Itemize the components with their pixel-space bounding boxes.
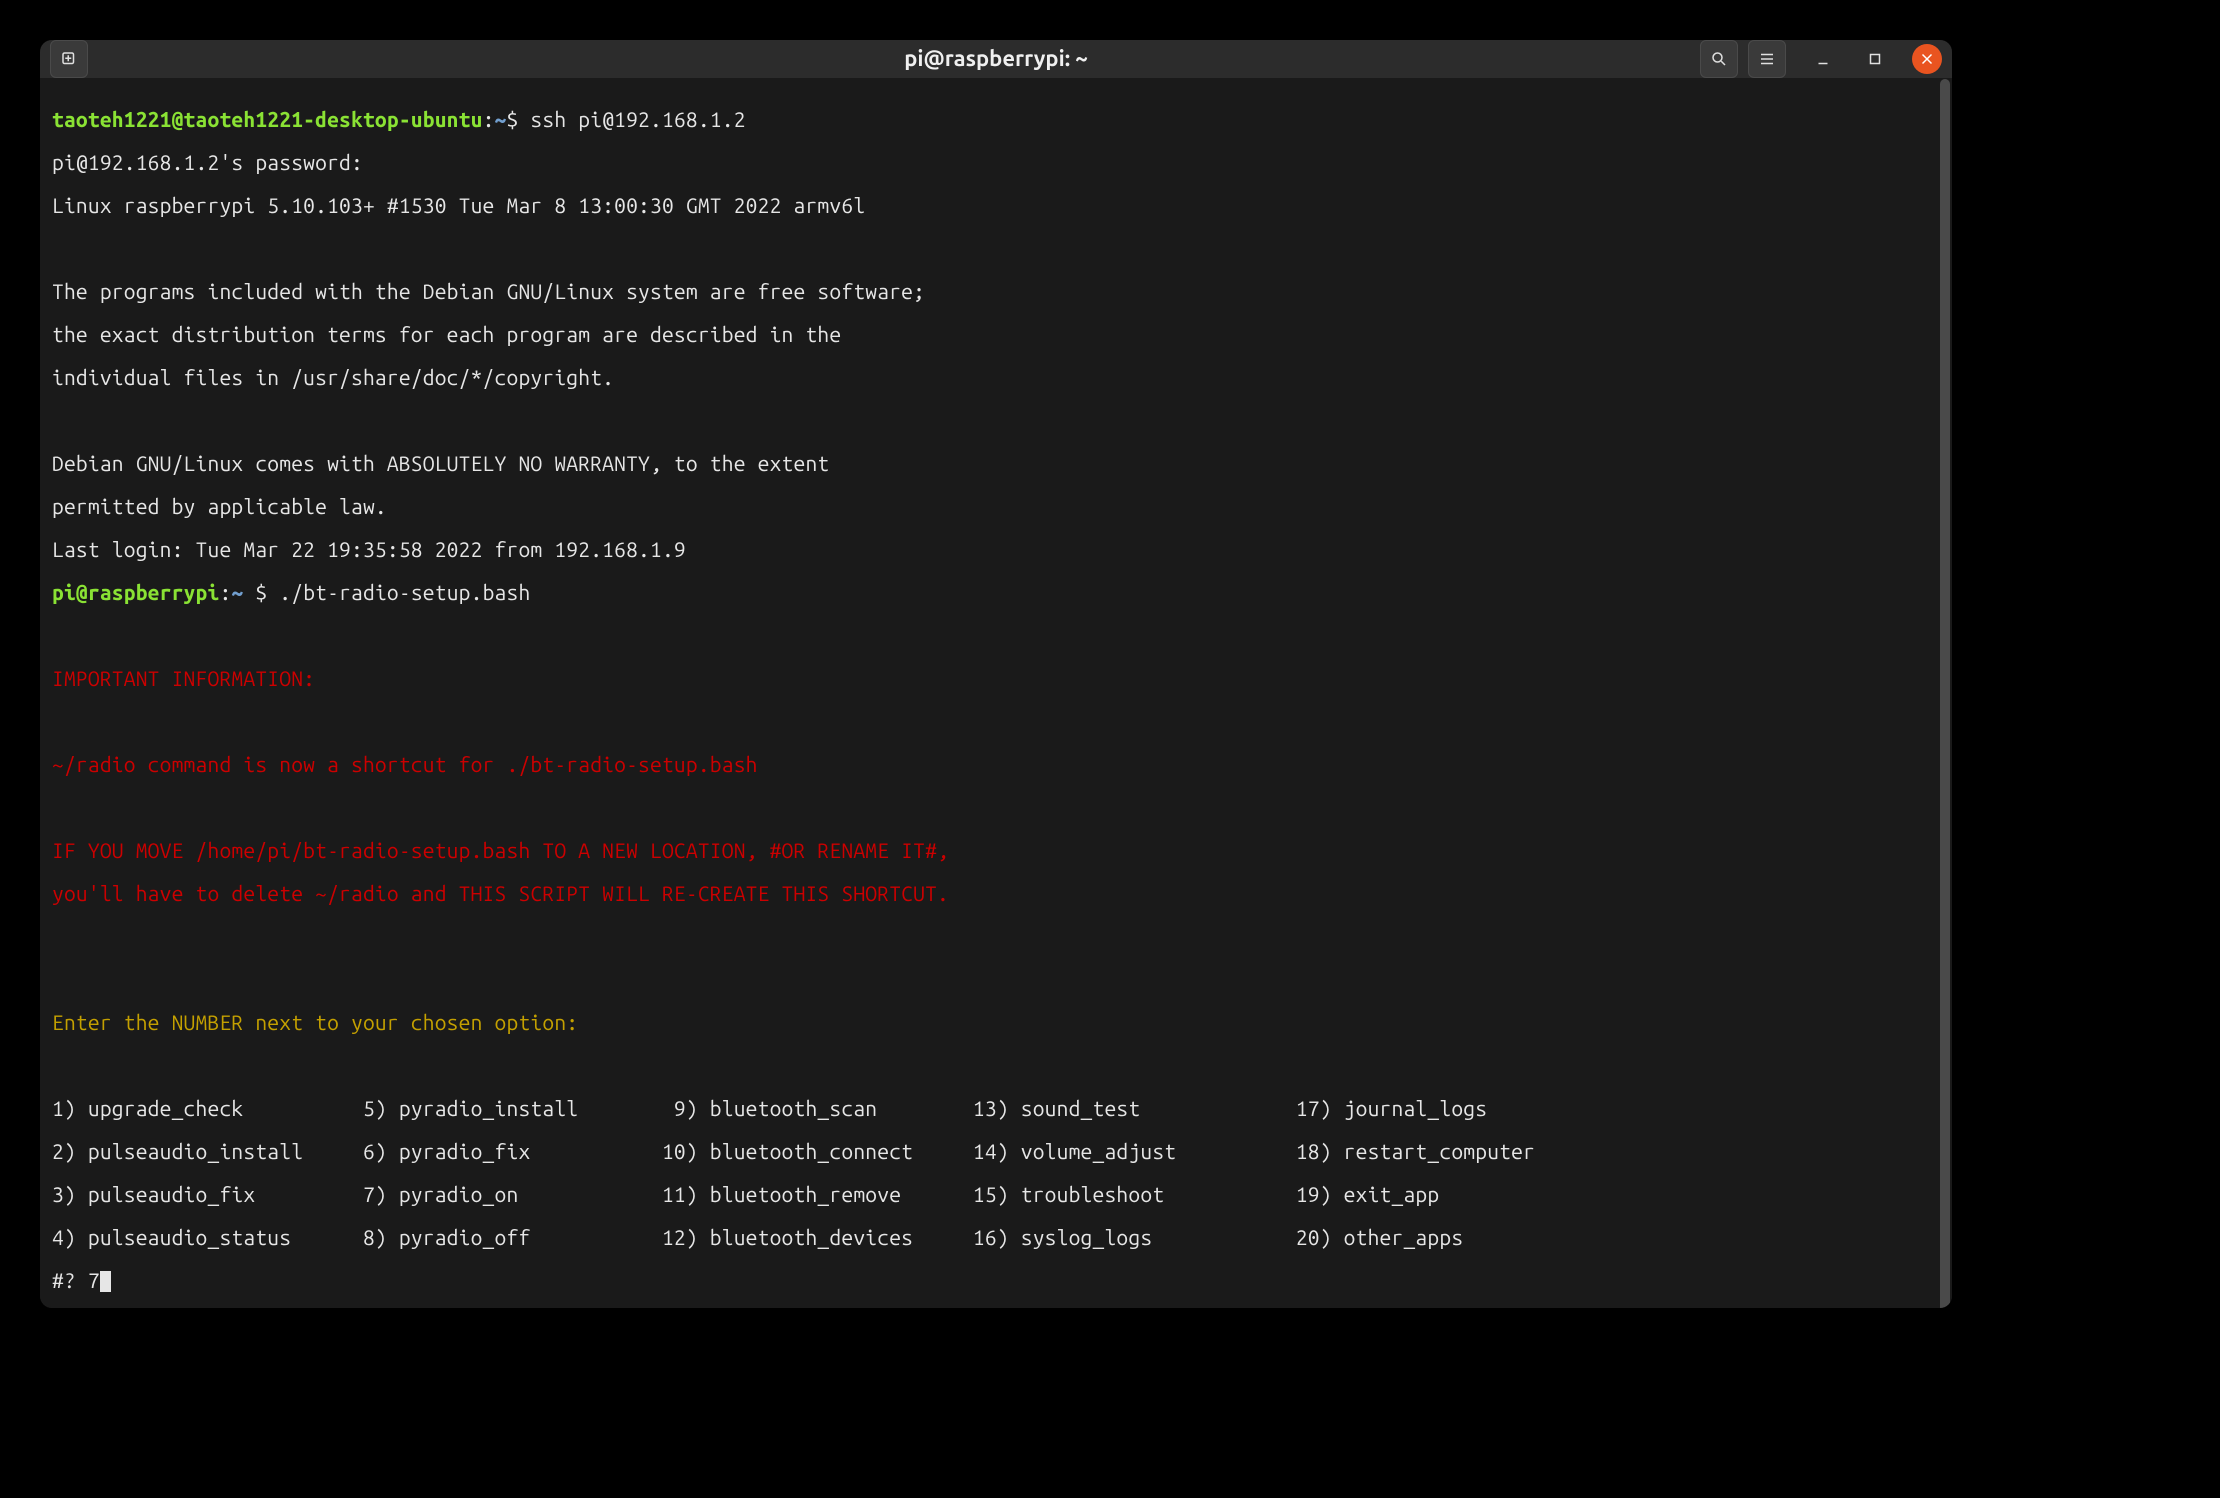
menu-row-1: 1) upgrade_check 5) pyradio_install 9) b… bbox=[52, 1098, 1940, 1120]
motd-line-2: the exact distribution terms for each pr… bbox=[52, 324, 1940, 346]
ssh-command: ssh pi@192.168.1.2 bbox=[530, 107, 745, 131]
remote-prompt-path: ~ bbox=[231, 580, 243, 604]
menu-row-4: 4) pulseaudio_status 8) pyradio_off 12) … bbox=[52, 1227, 1940, 1249]
close-button[interactable] bbox=[1912, 44, 1942, 74]
menu-row-3: 3) pulseaudio_fix 7) pyradio_on 11) blue… bbox=[52, 1184, 1940, 1206]
info-heading: IMPORTANT INFORMATION: bbox=[52, 668, 1940, 690]
last-login: Last login: Tue Mar 22 19:35:58 2022 fro… bbox=[52, 539, 1940, 561]
motd-line-3: individual files in /usr/share/doc/*/cop… bbox=[52, 367, 1940, 389]
minimize-icon bbox=[1814, 50, 1832, 68]
close-icon bbox=[1918, 50, 1936, 68]
hamburger-icon bbox=[1758, 50, 1776, 68]
motd-line-1: The programs included with the Debian GN… bbox=[52, 281, 1940, 303]
terminal-content[interactable]: taoteh1221@taoteh1221-desktop-ubuntu:~$ … bbox=[40, 79, 1952, 1308]
motd-line-4: Debian GNU/Linux comes with ABSOLUTELY N… bbox=[52, 453, 1940, 475]
local-prompt-path: ~ bbox=[495, 107, 507, 131]
motd-line-5: permitted by applicable law. bbox=[52, 496, 1940, 518]
scrollbar-thumb[interactable] bbox=[1940, 79, 1950, 1308]
terminal-window: pi@raspberrypi: ~ bbox=[40, 40, 1952, 1308]
info-line-1: ~/radio command is now a shortcut for ./… bbox=[52, 754, 1940, 776]
input-prompt: #? bbox=[52, 1268, 88, 1292]
search-button[interactable] bbox=[1700, 40, 1738, 78]
input-value: 7 bbox=[88, 1268, 100, 1292]
minimize-button[interactable] bbox=[1808, 44, 1838, 74]
scrollbar-track[interactable] bbox=[1940, 79, 1950, 1308]
menu-prompt: Enter the NUMBER next to your chosen opt… bbox=[52, 1012, 1940, 1034]
menu-button[interactable] bbox=[1748, 40, 1786, 78]
info-line-3: you'll have to delete ~/radio and THIS S… bbox=[52, 883, 1940, 905]
remote-prompt-user: pi@raspberrypi bbox=[52, 580, 219, 604]
menu-row-2: 2) pulseaudio_install 6) pyradio_fix 10)… bbox=[52, 1141, 1940, 1163]
info-line-2: IF YOU MOVE /home/pi/bt-radio-setup.bash… bbox=[52, 840, 1940, 862]
cursor bbox=[100, 1271, 111, 1292]
search-icon bbox=[1710, 50, 1728, 68]
maximize-icon bbox=[1866, 50, 1884, 68]
titlebar: pi@raspberrypi: ~ bbox=[40, 40, 1952, 79]
script-command: ./bt-radio-setup.bash bbox=[279, 580, 530, 604]
window-title: pi@raspberrypi: ~ bbox=[40, 47, 1952, 71]
kernel-line: Linux raspberrypi 5.10.103+ #1530 Tue Ma… bbox=[52, 195, 1940, 217]
local-prompt-user: taoteh1221@taoteh1221-desktop-ubuntu bbox=[52, 107, 483, 131]
password-prompt: pi@192.168.1.2's password: bbox=[52, 152, 1940, 174]
new-tab-button[interactable] bbox=[50, 40, 88, 78]
maximize-button[interactable] bbox=[1860, 44, 1890, 74]
new-tab-icon bbox=[60, 50, 78, 68]
